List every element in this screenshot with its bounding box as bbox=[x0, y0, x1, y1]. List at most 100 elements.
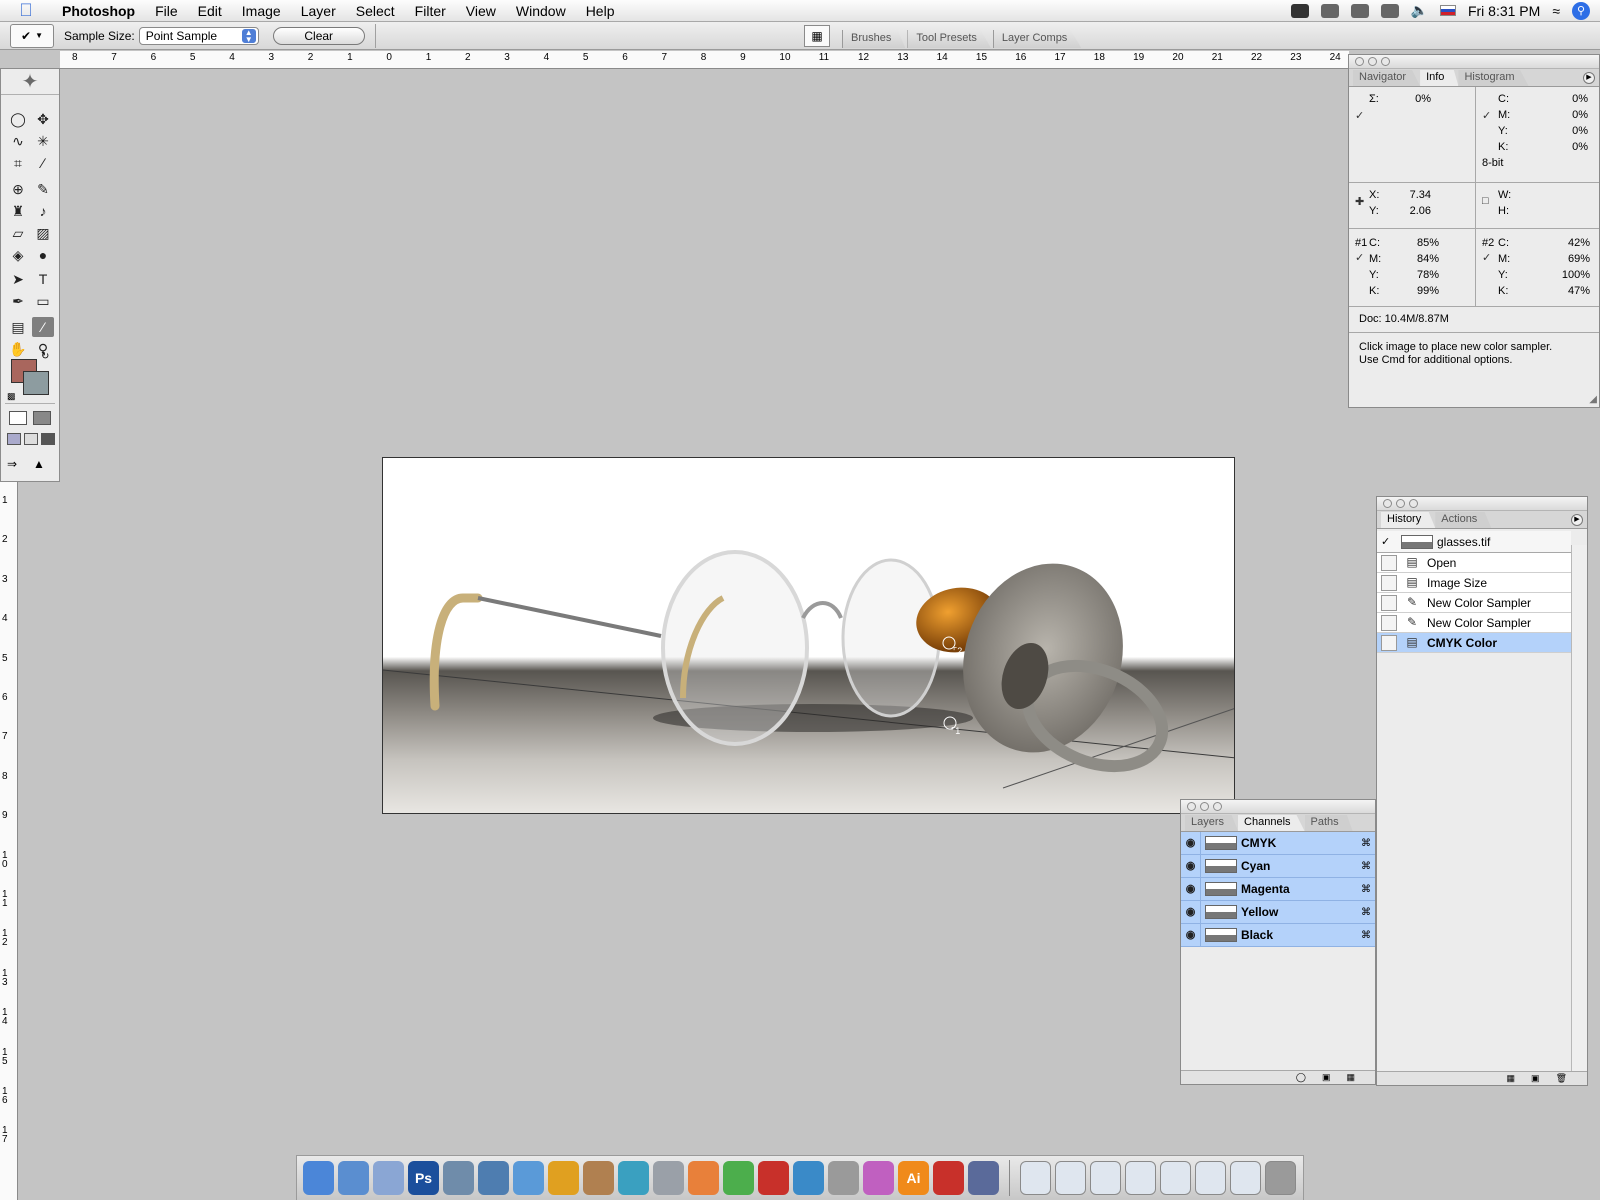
quick-mask-icon[interactable] bbox=[33, 411, 51, 425]
resize-grip-icon[interactable]: ◢ bbox=[1589, 394, 1597, 405]
photoshop-icon[interactable]: Ps bbox=[408, 1161, 439, 1195]
minimize-icon[interactable] bbox=[1368, 57, 1377, 66]
menu-window[interactable]: Window bbox=[506, 0, 576, 22]
default-colors-icon[interactable]: ▩ bbox=[7, 391, 16, 402]
panel-titlebar[interactable] bbox=[1349, 55, 1599, 69]
activity-icon[interactable]: ≈ bbox=[1552, 3, 1560, 19]
pencil-icon[interactable] bbox=[828, 1161, 859, 1195]
volume-icon[interactable]: 🔈 bbox=[1411, 2, 1428, 19]
standard-mode-icon[interactable] bbox=[9, 411, 27, 425]
box-icon[interactable] bbox=[653, 1161, 684, 1195]
history-brush-source-checkbox[interactable] bbox=[1381, 554, 1397, 571]
window-icon[interactable] bbox=[1195, 1161, 1226, 1195]
create-snapshot-icon[interactable]: ▣ bbox=[1531, 1073, 1540, 1084]
save-selection-icon[interactable]: ▣ bbox=[1322, 1072, 1331, 1083]
clear-button[interactable]: Clear bbox=[272, 26, 365, 45]
tab-info[interactable]: Info bbox=[1420, 70, 1459, 86]
acrobat-icon[interactable] bbox=[758, 1161, 789, 1195]
input-menu-flag-icon[interactable] bbox=[1439, 5, 1456, 16]
hand-icon[interactable]: ✋ bbox=[7, 339, 29, 359]
safari-icon[interactable] bbox=[338, 1161, 369, 1195]
eye-icon[interactable]: ◉ bbox=[1181, 924, 1201, 946]
search-icon[interactable] bbox=[618, 1161, 649, 1195]
healing-brush-icon[interactable]: ⊕ bbox=[7, 179, 29, 199]
panel-titlebar[interactable] bbox=[1181, 800, 1375, 814]
window-icon[interactable] bbox=[1125, 1161, 1156, 1195]
eye-icon[interactable]: ◉ bbox=[1181, 878, 1201, 900]
history-state[interactable]: ▤ Open bbox=[1377, 553, 1571, 573]
sample-size-select[interactable]: Point Sample ▲ ▼ bbox=[138, 26, 259, 45]
channel-row[interactable]: ◉ Yellow ⌘ bbox=[1181, 901, 1375, 924]
brush-icon[interactable]: ✎ bbox=[32, 179, 54, 199]
blur-icon[interactable]: ◈ bbox=[7, 245, 29, 265]
menu-app-name[interactable]: Photoshop bbox=[52, 0, 145, 22]
bluetooth-icon[interactable] bbox=[1380, 3, 1399, 18]
history-snapshot[interactable]: ✓ glasses.tif bbox=[1377, 531, 1571, 553]
history-brush-source-checkbox[interactable] bbox=[1381, 614, 1397, 631]
marquee-icon[interactable]: ◯ bbox=[7, 109, 29, 129]
window-icon[interactable] bbox=[1020, 1161, 1051, 1195]
history-scrollbar[interactable] bbox=[1571, 545, 1587, 1071]
close-icon[interactable] bbox=[1355, 57, 1364, 66]
channel-row[interactable]: ◉ CMYK ⌘ bbox=[1181, 832, 1375, 855]
trash-icon[interactable] bbox=[1265, 1161, 1296, 1195]
load-selection-icon[interactable]: ◯ bbox=[1296, 1072, 1306, 1083]
window-icon[interactable] bbox=[1055, 1161, 1086, 1195]
tab-history[interactable]: History bbox=[1381, 512, 1436, 528]
feather-icon[interactable] bbox=[793, 1161, 824, 1195]
script-menu-icon[interactable] bbox=[1290, 3, 1309, 18]
menu-filter[interactable]: Filter bbox=[405, 0, 456, 22]
window-icon[interactable] bbox=[1090, 1161, 1121, 1195]
jump-to-imageready-icon[interactable]: ⇒ bbox=[7, 457, 29, 473]
menu-image[interactable]: Image bbox=[232, 0, 291, 22]
history-brush-source-checkbox[interactable] bbox=[1381, 594, 1397, 611]
spotlight-icon[interactable]: ⚲ bbox=[1572, 1, 1590, 20]
tab-histogram[interactable]: Histogram bbox=[1458, 70, 1529, 86]
menu-edit[interactable]: Edit bbox=[188, 0, 232, 22]
menu-layer[interactable]: Layer bbox=[291, 0, 346, 22]
close-icon[interactable] bbox=[1383, 499, 1392, 508]
illustrator-icon[interactable]: Ai bbox=[898, 1161, 929, 1195]
eyedropper-icon[interactable]: ⁄ bbox=[32, 317, 54, 337]
eyedropper-icon[interactable]: ✓ bbox=[1355, 109, 1364, 122]
panel-menu-icon[interactable]: ▶ bbox=[1583, 72, 1595, 84]
chat-icon[interactable] bbox=[723, 1161, 754, 1195]
history-state[interactable]: ▤ CMYK Color bbox=[1377, 633, 1571, 653]
star-icon[interactable] bbox=[968, 1161, 999, 1195]
history-brush-source-checkbox[interactable] bbox=[1381, 634, 1397, 651]
channel-row[interactable]: ◉ Cyan ⌘ bbox=[1181, 855, 1375, 878]
menu-select[interactable]: Select bbox=[346, 0, 405, 22]
eye-icon[interactable]: ◉ bbox=[1181, 855, 1201, 877]
ruler-horizontal[interactable]: 8 7 6 5 4 3 2 1 0 1 2 3 4 5 6 7 8 9 10 11 12 13 14 15 16 17 18 19 20… bbox=[60, 51, 1349, 69]
butterfly-icon[interactable] bbox=[863, 1161, 894, 1195]
slice-icon[interactable]: ∕ bbox=[32, 153, 54, 173]
tab-layers[interactable]: Layers bbox=[1185, 815, 1239, 831]
color-sampler-1-marker[interactable]: ⌜1 bbox=[951, 726, 960, 737]
screen-mode-full-menu-icon[interactable] bbox=[24, 433, 38, 445]
tab-paths[interactable]: Paths bbox=[1304, 815, 1353, 831]
menu-help[interactable]: Help bbox=[576, 0, 625, 22]
history-brush-source-checkbox[interactable] bbox=[1381, 574, 1397, 591]
new-channel-icon[interactable]: ▦ bbox=[1346, 1072, 1355, 1083]
eyedropper-icon[interactable]: ✓ bbox=[1482, 109, 1491, 122]
mail-icon[interactable] bbox=[373, 1161, 404, 1195]
itunes-icon[interactable] bbox=[513, 1161, 544, 1195]
zoom-icon[interactable] bbox=[1381, 57, 1390, 66]
window-icon[interactable] bbox=[1230, 1161, 1261, 1195]
pen-icon[interactable]: ✒ bbox=[7, 291, 29, 311]
barcode-icon[interactable] bbox=[583, 1161, 614, 1195]
preview-icon[interactable] bbox=[443, 1161, 474, 1195]
eraser-icon[interactable]: ▱ bbox=[7, 223, 29, 243]
photo-icon[interactable] bbox=[478, 1161, 509, 1195]
panel-titlebar[interactable] bbox=[1377, 497, 1587, 511]
system-preferences-icon[interactable] bbox=[548, 1161, 579, 1195]
channel-row[interactable]: ◉ Magenta ⌘ bbox=[1181, 878, 1375, 901]
menu-view[interactable]: View bbox=[456, 0, 506, 22]
tab-tool-presets[interactable]: Tool Presets bbox=[907, 30, 991, 48]
zoom-icon[interactable] bbox=[1409, 499, 1418, 508]
crop-icon[interactable]: ⌗ bbox=[7, 153, 29, 173]
tab-layer-comps[interactable]: Layer Comps bbox=[992, 30, 1082, 48]
feather-logo-icon[interactable]: ✦ bbox=[1, 69, 59, 95]
document-canvas[interactable]: ⌜2 ⌜1 bbox=[382, 457, 1235, 814]
tab-navigator[interactable]: Navigator bbox=[1353, 70, 1421, 86]
